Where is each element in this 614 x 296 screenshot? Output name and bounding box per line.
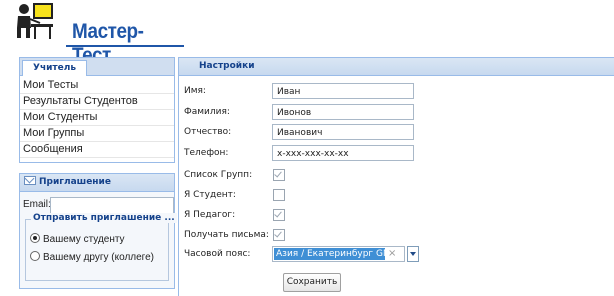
invitation-header: Приглашение: [20, 174, 174, 192]
middle-name-label: Отчество:: [184, 127, 232, 137]
radio-button[interactable]: [30, 251, 40, 261]
nav-item-messages[interactable]: Сообщения: [20, 142, 174, 158]
send-invite-legend: Отправить приглашение ...: [31, 213, 177, 223]
teacher-row: Я Педагог:: [181, 207, 611, 225]
timezone-label: Часовой пояс:: [184, 249, 251, 259]
teacher-nav-panel: Учитель Мои Тесты Результаты Студентов М…: [19, 57, 175, 163]
student-row: Я Студент:: [181, 187, 611, 205]
last-name-row: Фамилия: Ивонов: [181, 104, 611, 122]
nav-list: Мои Тесты Результаты Студентов Мои Студе…: [20, 76, 174, 158]
phone-field[interactable]: x-xxx-xxx-xx-xx: [272, 145, 414, 161]
radio-label-student: Вашему студенту: [43, 234, 125, 245]
groups-list-row: Список Групп:: [181, 167, 611, 185]
radio-option-student[interactable]: Вашему студенту: [30, 233, 125, 245]
timezone-value-box[interactable]: Азия / Екатеринбург GMT+5 ×: [272, 246, 405, 262]
receive-mail-label: Получать письма:: [184, 230, 269, 240]
tab-teacher[interactable]: Учитель: [22, 60, 88, 76]
nav-item-my-students[interactable]: Мои Студенты: [20, 110, 174, 126]
last-name-field[interactable]: Ивонов: [272, 104, 414, 120]
clear-icon[interactable]: ×: [388, 248, 396, 260]
nav-item-my-groups[interactable]: Мои Группы: [20, 126, 174, 142]
nav-item-student-results[interactable]: Результаты Студентов: [20, 94, 174, 110]
teacher-label: Я Педагог:: [184, 210, 236, 220]
settings-panel: Настройки Имя: Иван Фамилия: Ивонов Отче…: [178, 57, 614, 296]
first-name-label: Имя:: [184, 86, 206, 96]
logo: Мастер-Тест: [10, 0, 184, 67]
student-label: Я Студент:: [184, 190, 236, 200]
middle-name-field[interactable]: Иванович: [272, 124, 414, 140]
middle-name-row: Отчество: Иванович: [181, 124, 611, 142]
last-name-label: Фамилия:: [184, 107, 230, 117]
save-button[interactable]: Сохранить: [283, 273, 341, 292]
timezone-select[interactable]: Азия / Екатеринбург GMT+5 ×: [272, 246, 419, 262]
email-label: Email:: [23, 199, 51, 210]
first-name-field[interactable]: Иван: [272, 83, 414, 99]
radio-option-friend[interactable]: Вашему другу (коллеге): [30, 251, 154, 263]
mail-icon: [24, 176, 36, 185]
send-invite-fieldset: Отправить приглашение ... Вашему студент…: [25, 213, 177, 281]
phone-label: Телефон:: [184, 148, 229, 158]
radio-label-friend: Вашему другу (коллеге): [43, 252, 155, 263]
receive-mail-checkbox[interactable]: [273, 229, 285, 241]
teacher-checkbox[interactable]: [273, 209, 285, 221]
brand-underline: [66, 45, 184, 47]
radio-button-selected[interactable]: [30, 233, 40, 243]
invitation-panel: Приглашение Email: Отправить приглашение…: [19, 173, 177, 289]
receive-mail-row: Получать письма:: [181, 227, 611, 245]
timezone-row: Часовой пояс: Азия / Екатеринбург GMT+5 …: [181, 246, 611, 264]
invitation-title: Приглашение: [39, 177, 111, 187]
student-checkbox[interactable]: [273, 189, 285, 201]
settings-header: Настройки: [179, 58, 614, 76]
nav-item-my-tests[interactable]: Мои Тесты: [20, 78, 174, 94]
groups-list-checkbox[interactable]: [273, 169, 285, 181]
groups-list-label: Список Групп:: [184, 170, 253, 180]
first-name-row: Имя: Иван: [181, 83, 611, 101]
chevron-down-icon[interactable]: [407, 246, 419, 262]
timezone-selected-value: Азия / Екатеринбург GMT+5: [274, 248, 385, 260]
phone-row: Телефон: x-xxx-xxx-xx-xx: [181, 145, 611, 163]
teacher-at-desk-icon: [17, 3, 53, 39]
tab-strip: Учитель: [20, 58, 174, 76]
